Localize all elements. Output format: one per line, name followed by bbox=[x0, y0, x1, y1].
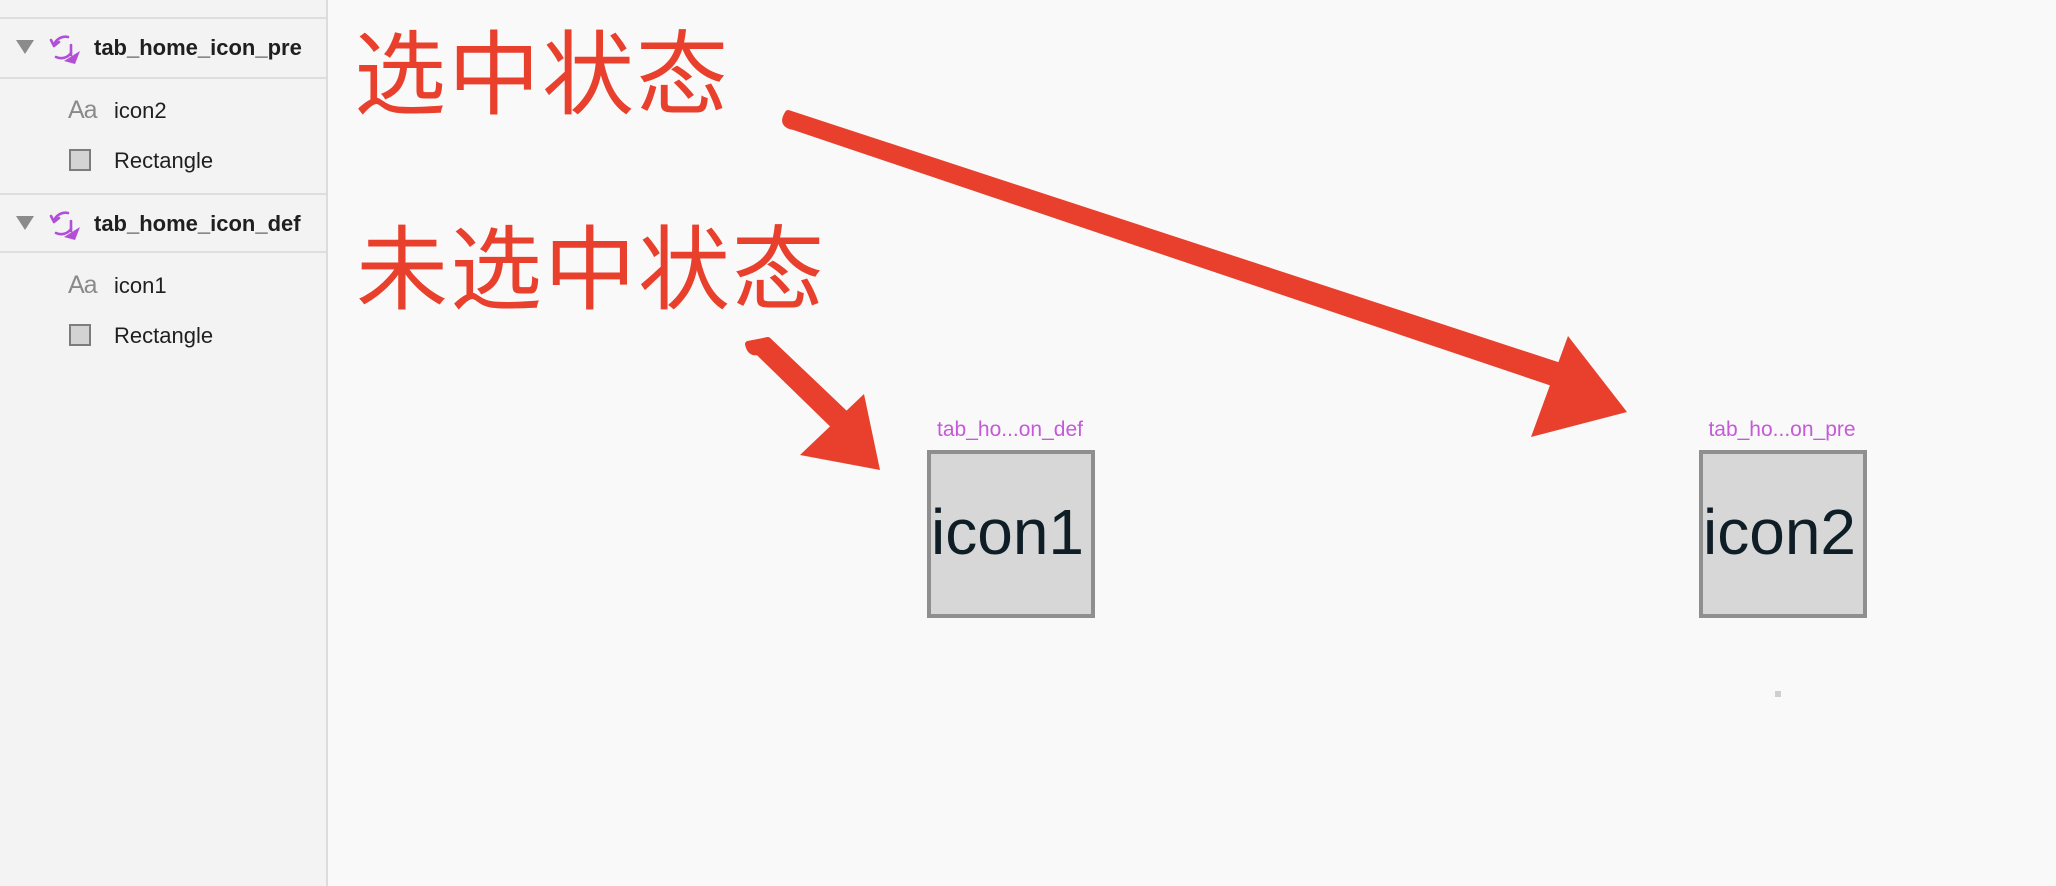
layer-row-icon2[interactable]: Aa icon2 bbox=[0, 86, 326, 136]
artboard-title-pre[interactable]: tab_ho...on_pre bbox=[1682, 418, 1882, 442]
layer-group-label: tab_home_icon_def bbox=[94, 211, 301, 236]
layers-sidebar: tab_home_icon_pre Aa icon2 Rectangle tab… bbox=[0, 0, 328, 886]
layer-group-tab-home-icon-pre[interactable]: tab_home_icon_pre bbox=[0, 19, 326, 79]
design-canvas[interactable]: 选中状态 未选中状态 tab_ho...on_def icon1 tab_ho.… bbox=[328, 0, 2056, 886]
arrow-to-selected-icon bbox=[782, 110, 1627, 437]
text-layer-icon: Aa bbox=[68, 271, 98, 299]
layer-group-tab-home-icon-def[interactable]: tab_home_icon_def bbox=[0, 193, 326, 253]
layer-label: icon1 bbox=[114, 273, 167, 298]
artboard-text-icon1[interactable]: icon1 bbox=[931, 500, 1111, 564]
disclosure-triangle-icon[interactable] bbox=[16, 216, 34, 230]
symbol-icon bbox=[49, 35, 80, 64]
rectangle-layer-icon bbox=[69, 324, 91, 346]
annotation-arrows bbox=[745, 110, 1627, 470]
rectangle-layer-icon bbox=[69, 149, 91, 171]
text-layer-icon: Aa bbox=[68, 96, 98, 124]
layer-label: Rectangle bbox=[114, 148, 214, 173]
layer-group-label: tab_home_icon_pre bbox=[94, 35, 302, 60]
arrow-to-unselected-icon bbox=[745, 337, 880, 470]
disclosure-triangle-icon[interactable] bbox=[16, 40, 34, 54]
canvas-marker-dot bbox=[1775, 691, 1781, 697]
artboard-text-icon2[interactable]: icon2 bbox=[1703, 500, 1883, 564]
layer-row-rectangle[interactable]: Rectangle bbox=[0, 311, 326, 361]
layer-label: icon2 bbox=[114, 98, 167, 123]
layer-row-icon1[interactable]: Aa icon1 bbox=[0, 261, 326, 311]
artboard-title-def[interactable]: tab_ho...on_def bbox=[910, 418, 1110, 442]
layer-row-rectangle[interactable]: Rectangle bbox=[0, 136, 326, 186]
artboard-tab-home-icon-def[interactable]: icon1 bbox=[927, 450, 1095, 618]
artboard-tab-home-icon-pre[interactable]: icon2 bbox=[1699, 450, 1867, 618]
design-app-window: tab_home_icon_pre Aa icon2 Rectangle tab… bbox=[0, 0, 2056, 886]
layer-label: Rectangle bbox=[114, 323, 214, 348]
symbol-icon bbox=[49, 211, 80, 240]
